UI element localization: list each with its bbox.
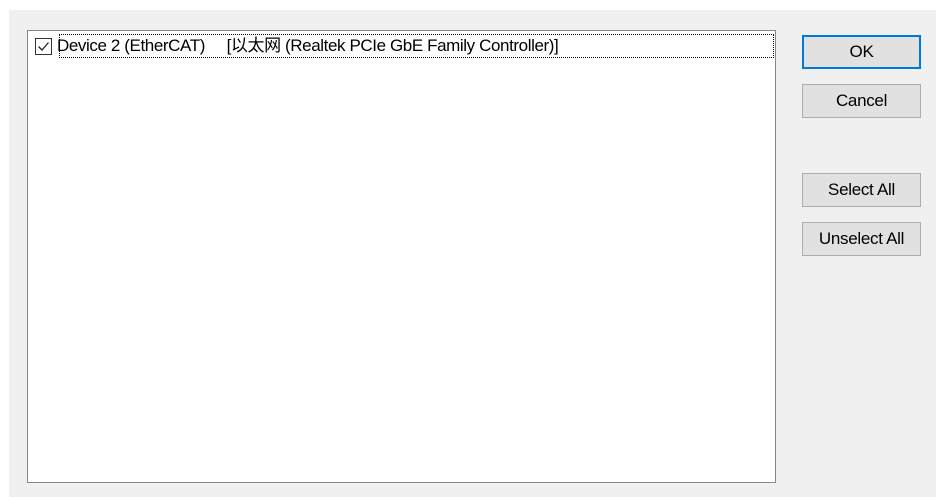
list-item[interactable]: Device 2 (EtherCAT) [以太网 (Realtek PCIe G… [31, 34, 774, 58]
device-checkbox[interactable] [35, 37, 52, 55]
unselect-all-button[interactable]: Unselect All [802, 222, 921, 256]
device-listbox[interactable]: Device 2 (EtherCAT) [以太网 (Realtek PCIe G… [27, 30, 776, 483]
select-all-button[interactable]: Select All [802, 173, 921, 207]
device-label: Device 2 (EtherCAT) [以太网 (Realtek PCIe G… [57, 36, 559, 55]
cancel-button[interactable]: Cancel [802, 84, 921, 118]
ok-button[interactable]: OK [802, 35, 921, 69]
top-edge [0, 0, 936, 10]
device-select-dialog: Device 2 (EtherCAT) [以太网 (Realtek PCIe G… [0, 0, 936, 497]
checkmark-icon [38, 41, 49, 51]
left-edge [0, 0, 9, 497]
